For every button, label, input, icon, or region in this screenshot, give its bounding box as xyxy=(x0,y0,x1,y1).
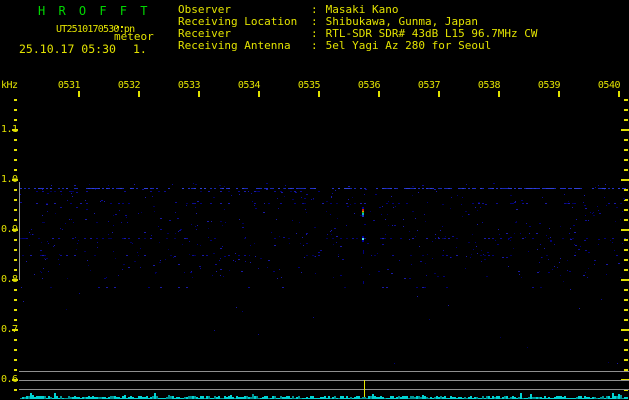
y-minor-tick-right xyxy=(624,299,628,301)
x-tick-label: 0532 xyxy=(117,80,141,91)
x-tick-mark xyxy=(438,91,440,97)
y-minor-tick-right xyxy=(624,289,628,291)
x-tick-mark xyxy=(78,91,80,97)
y-minor-tick-left xyxy=(14,289,17,291)
info-row: Receiving Antenna:5el Yagi Az 280 for Se… xyxy=(178,40,538,52)
y-minor-tick-left xyxy=(14,189,17,191)
y-minor-tick-left xyxy=(14,319,17,321)
y-major-tick-right xyxy=(621,129,629,131)
x-tick-mark xyxy=(498,91,500,97)
x-tick-mark xyxy=(318,91,320,97)
y-minor-tick-right xyxy=(624,349,628,351)
x-tick-label: 0539 xyxy=(537,80,561,91)
counter-label: 1. xyxy=(133,42,147,56)
y-major-tick-left xyxy=(12,329,18,331)
meteor-echo-pixel xyxy=(362,215,364,217)
y-minor-tick-left xyxy=(14,119,17,121)
y-axis-unit-label: kHz xyxy=(1,80,18,91)
x-tick-label: 0538 xyxy=(477,80,501,91)
filename-g-remnant-dot xyxy=(121,26,123,28)
y-minor-tick-left xyxy=(14,259,17,261)
y-minor-tick-right xyxy=(624,149,628,151)
x-tick-label: 0535 xyxy=(297,80,321,91)
y-minor-tick-left xyxy=(14,209,17,211)
band-bar xyxy=(19,182,20,280)
y-minor-tick-right xyxy=(624,309,628,311)
filename-g-remnant-dot xyxy=(117,26,119,28)
y-major-tick-left xyxy=(12,379,18,381)
y-minor-tick-left xyxy=(14,389,17,391)
x-tick-label: 0533 xyxy=(177,80,201,91)
y-minor-tick-left xyxy=(14,249,17,251)
y-minor-tick-left xyxy=(14,309,17,311)
mode-label: meteor xyxy=(114,30,154,43)
x-tick-label: 0537 xyxy=(417,80,441,91)
y-minor-tick-left xyxy=(14,239,17,241)
y-minor-tick-left xyxy=(14,339,17,341)
y-major-tick-left xyxy=(12,129,18,131)
x-tick-mark xyxy=(558,91,560,97)
hrofft-screen: H R O F F T UT2510170530.pn meteor 25.10… xyxy=(0,0,629,400)
y-major-tick-right xyxy=(621,179,629,181)
strip-grid-line xyxy=(19,371,629,372)
observer-info-table: Observer: Masaki Kano Receiving Location: S… xyxy=(178,4,538,52)
y-major-tick-right xyxy=(621,329,629,331)
y-major-tick-left xyxy=(12,229,18,231)
x-tick-label: 0540 xyxy=(597,80,621,91)
x-tick-mark xyxy=(138,91,140,97)
info-label: Receiving Antenna xyxy=(178,39,291,52)
y-minor-tick-left xyxy=(14,149,17,151)
y-minor-tick-right xyxy=(624,269,628,271)
y-minor-tick-left xyxy=(14,349,17,351)
y-minor-tick-left xyxy=(14,159,17,161)
y-major-tick-right xyxy=(621,229,629,231)
y-minor-tick-right xyxy=(624,239,628,241)
x-tick-label: 0531 xyxy=(57,80,81,91)
x-tick-mark xyxy=(258,91,260,97)
y-minor-tick-left xyxy=(14,109,17,111)
datetime-label: 25.10.17 05:30 xyxy=(19,42,116,56)
x-tick-mark xyxy=(378,91,380,97)
y-minor-tick-right xyxy=(624,259,628,261)
y-minor-tick-right xyxy=(624,319,628,321)
y-minor-tick-right xyxy=(624,209,628,211)
meteor-echo-pixel xyxy=(363,250,364,254)
y-minor-tick-right xyxy=(624,359,628,361)
y-minor-tick-left xyxy=(14,359,17,361)
x-tick-mark xyxy=(618,91,620,97)
y-minor-tick-right xyxy=(624,159,628,161)
info-value: 5el Yagi Az 280 for Seoul xyxy=(325,39,492,52)
y-minor-tick-left xyxy=(14,199,17,201)
y-minor-tick-left xyxy=(14,369,17,371)
meteor-echo-pixel xyxy=(363,281,364,284)
y-minor-tick-left xyxy=(14,99,17,101)
y-minor-tick-right xyxy=(624,219,628,221)
y-minor-tick-left xyxy=(14,169,17,171)
echo-count-line xyxy=(364,380,365,398)
x-tick-label: 0534 xyxy=(237,80,261,91)
y-minor-tick-right xyxy=(624,139,628,141)
y-minor-tick-right xyxy=(624,99,628,101)
strip-grid-line xyxy=(19,389,629,390)
y-minor-tick-right xyxy=(624,109,628,111)
y-minor-tick-right xyxy=(624,249,628,251)
strip-grid-line xyxy=(19,380,629,381)
x-tick-mark xyxy=(198,91,200,97)
meteor-echo-pixel xyxy=(362,240,364,242)
y-minor-tick-right xyxy=(624,169,628,171)
y-minor-tick-right xyxy=(624,119,628,121)
y-major-tick-left xyxy=(12,179,18,181)
y-minor-tick-left xyxy=(14,139,17,141)
app-title: H R O F F T xyxy=(38,4,151,18)
y-minor-tick-left xyxy=(14,219,17,221)
info-separator: : xyxy=(311,39,318,52)
y-major-tick-right xyxy=(621,279,629,281)
y-major-tick-left xyxy=(12,279,18,281)
y-minor-tick-left xyxy=(14,269,17,271)
y-minor-tick-left xyxy=(14,299,17,301)
y-minor-tick-right xyxy=(624,339,628,341)
x-tick-label: 0536 xyxy=(357,80,381,91)
y-minor-tick-right xyxy=(624,189,628,191)
